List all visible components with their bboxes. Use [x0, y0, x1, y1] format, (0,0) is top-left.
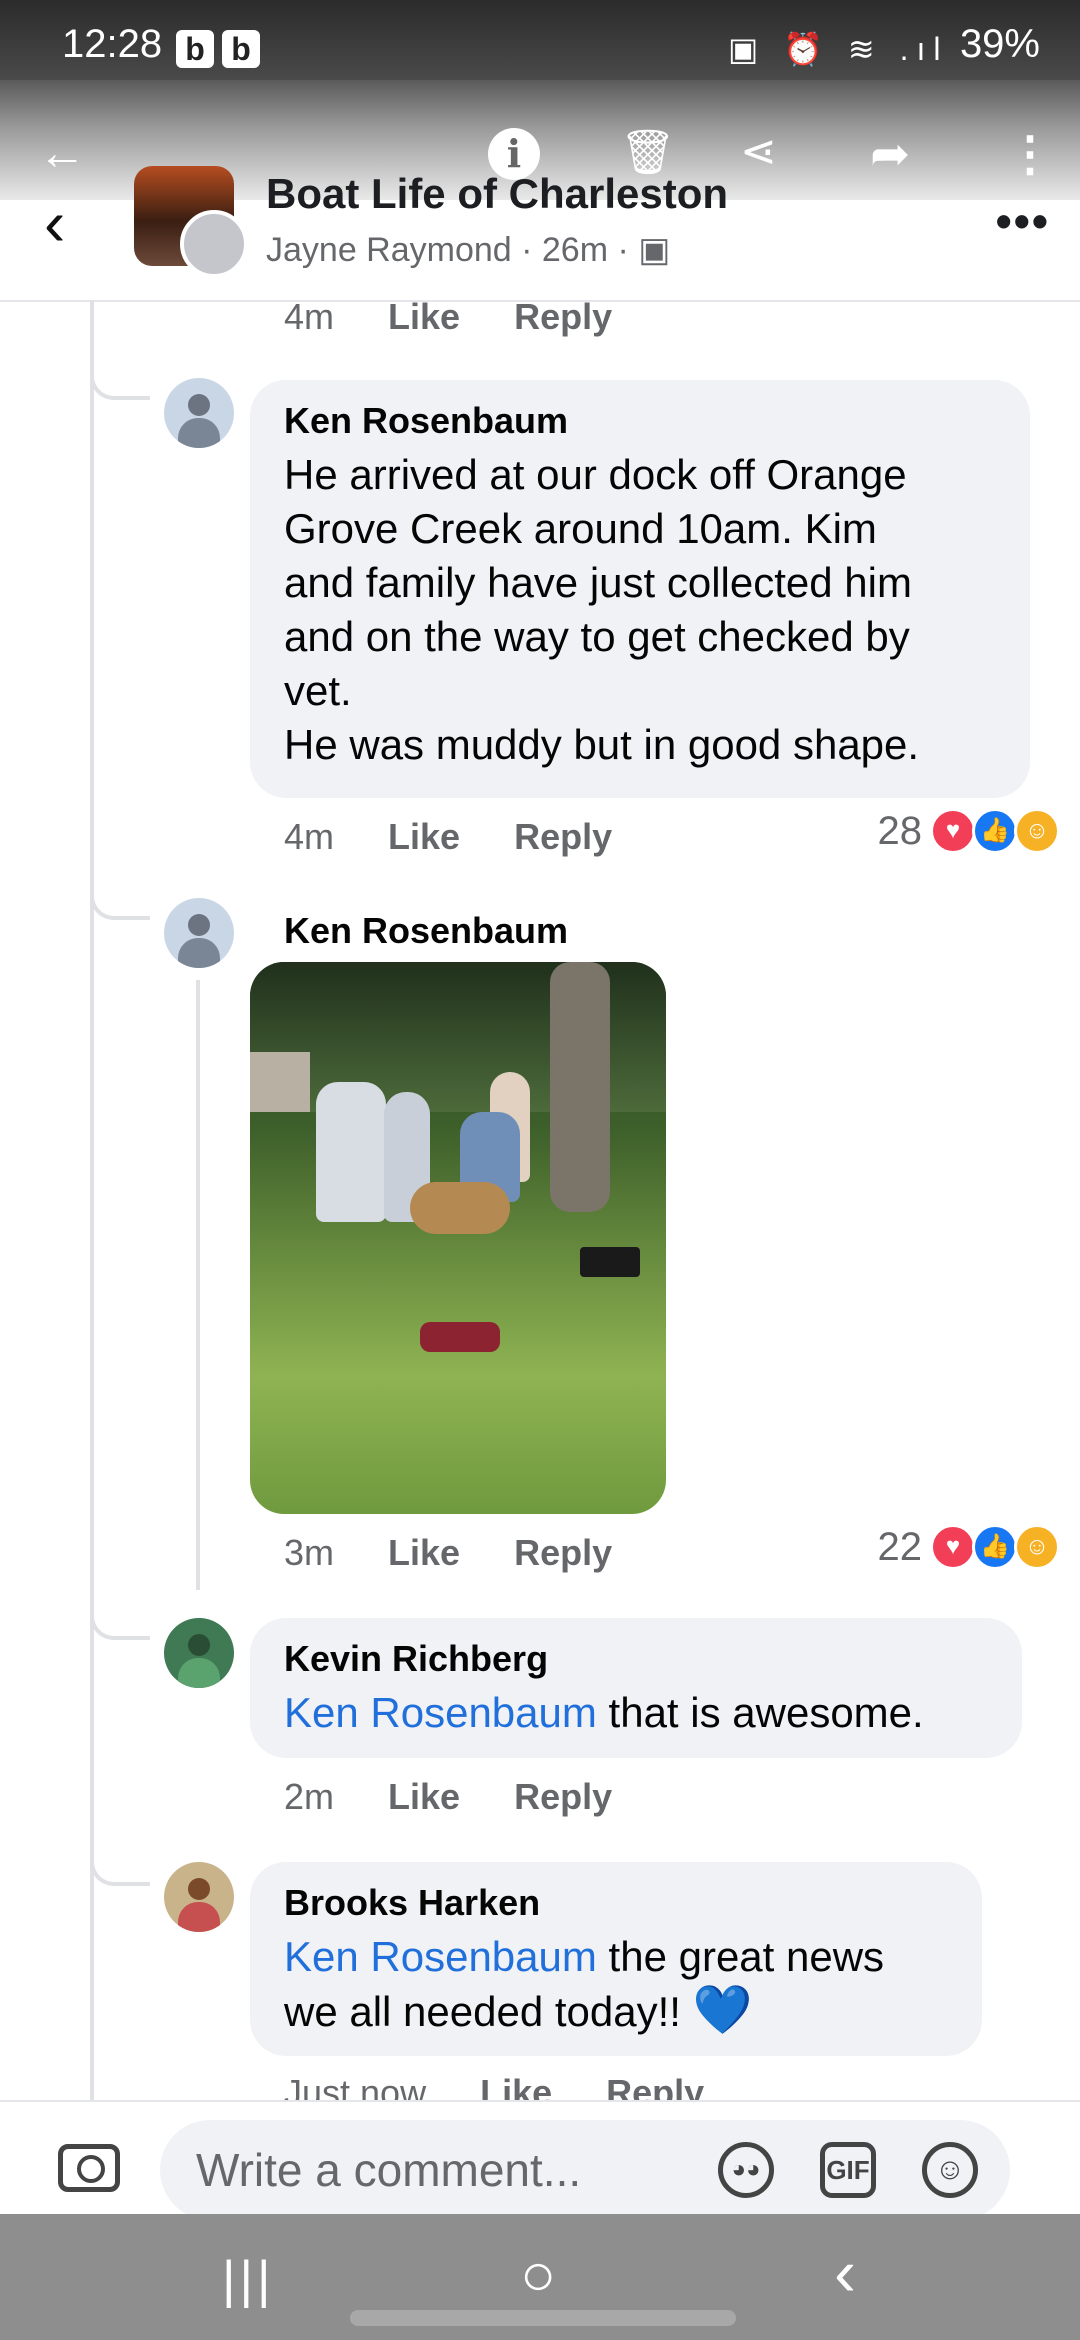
reply-button[interactable]: Reply	[514, 1776, 612, 1817]
comment-author[interactable]: Brooks Harken	[284, 1882, 948, 1924]
post-header: ‹ Boat Life of Charleston Jayne Raymond …	[0, 150, 1080, 302]
comment-actions: Just now Like Reply	[284, 2072, 748, 2100]
reply-button[interactable]: Reply	[514, 1532, 612, 1573]
group-name[interactable]: Boat Life of Charleston	[266, 170, 728, 218]
thread-connector	[90, 880, 150, 920]
comment-text: that is awesome.	[596, 1689, 924, 1736]
thread-line	[196, 980, 200, 1590]
emoji-icon[interactable]: ☺	[922, 2142, 978, 2198]
like-button[interactable]: Like	[480, 2072, 552, 2100]
comment-bubble: Ken Rosenbaum He arrived at our dock off…	[250, 380, 1030, 798]
notification-icon: b	[176, 30, 214, 68]
love-reaction-icon: ♥	[930, 808, 976, 854]
reaction-summary[interactable]: 22 ♥ 👍 ☺	[877, 1524, 1060, 1570]
like-button[interactable]: Like	[388, 296, 460, 337]
home-indicator[interactable]	[350, 2310, 736, 2326]
comment-time: 4m	[284, 816, 335, 857]
comment-author[interactable]: Kevin Richberg	[284, 1638, 988, 1680]
comment-time: 3m	[284, 1532, 335, 1573]
chevron-left-icon[interactable]: ‹	[44, 186, 65, 260]
gif-icon[interactable]: GIF	[820, 2142, 876, 2198]
thread-connector	[90, 1846, 150, 1886]
avatar[interactable]	[164, 898, 234, 968]
reaction-count: 28	[877, 808, 923, 853]
status-bar: 12:28 b b ▣ ⏰ ≋ .ıl 39%	[0, 0, 1080, 80]
battery-level: 39%	[959, 22, 1040, 66]
notification-icon: b	[222, 30, 260, 68]
comment-author[interactable]: Ken Rosenbaum	[284, 400, 996, 442]
reply-button[interactable]: Reply	[606, 2072, 704, 2100]
comment-text: we all needed today!!	[284, 1988, 693, 2035]
system-icons: ▣ ⏰ ≋ .ıl	[728, 31, 949, 67]
avatar[interactable]	[164, 1862, 234, 1932]
like-reaction-icon: 👍	[972, 1524, 1018, 1570]
recents-button[interactable]: |||	[222, 2250, 275, 2310]
comment-field[interactable]: ◕◕ GIF ☺	[160, 2120, 1010, 2220]
info-icon[interactable]: i	[488, 128, 540, 180]
comment-time: 2m	[284, 1776, 335, 1817]
comment-actions: 3m Like Reply	[284, 1532, 656, 1574]
comment-actions: 4m Like Reply	[284, 816, 656, 858]
comment-time: 4m	[284, 296, 335, 337]
avatar-sticker-icon[interactable]: ◕◕	[718, 2142, 774, 2198]
like-reaction-icon: 👍	[972, 808, 1018, 854]
system-nav-bar: ||| ○ ‹	[0, 2214, 1080, 2340]
like-button[interactable]: Like	[388, 816, 460, 857]
comment-author[interactable]: Ken Rosenbaum	[284, 910, 568, 952]
mention-link[interactable]: Ken Rosenbaum	[284, 1689, 597, 1736]
comment-input[interactable]	[194, 2142, 698, 2198]
care-reaction-icon: ☺	[1014, 808, 1060, 854]
comment-text: He arrived at our dock off Orange Grove …	[284, 451, 920, 768]
thread-connector	[90, 1600, 150, 1640]
thread-connector	[90, 360, 150, 400]
comment-time: Just now	[284, 2072, 427, 2100]
comment-photo[interactable]	[250, 962, 666, 1514]
camera-icon[interactable]	[58, 2144, 120, 2192]
comment-composer: ◕◕ GIF ☺	[0, 2100, 1080, 2220]
post-meta: Jayne Raymond · 26m · ▣	[266, 231, 671, 269]
care-reaction-icon: ☺	[1014, 1524, 1060, 1570]
avatar[interactable]	[164, 378, 234, 448]
reply-button[interactable]: Reply	[514, 296, 612, 337]
more-options-icon[interactable]: •••	[996, 194, 1050, 248]
like-button[interactable]: Like	[388, 1532, 460, 1573]
reaction-count: 22	[877, 1524, 923, 1569]
back-button[interactable]: ‹	[834, 2234, 856, 2310]
love-reaction-icon: ♥	[930, 1524, 976, 1570]
home-button[interactable]: ○	[520, 2240, 556, 2309]
mention-link[interactable]: Ken Rosenbaum	[284, 1933, 597, 1980]
comment-actions: 2m Like Reply	[284, 1776, 656, 1818]
comment-actions: 4m Like Reply	[284, 296, 656, 338]
like-button[interactable]: Like	[388, 1776, 460, 1817]
blue-heart-emoji: 💙	[692, 1984, 753, 2037]
comment-bubble: Brooks Harken Ken Rosenbaum the great ne…	[250, 1862, 982, 2056]
reaction-summary[interactable]: 28 ♥ 👍 ☺	[877, 808, 1060, 854]
poster-avatar[interactable]	[180, 210, 248, 278]
comment-bubble: Kevin Richberg Ken Rosenbaum that is awe…	[250, 1618, 1022, 1758]
comment-text: the great news	[596, 1933, 885, 1980]
reply-button[interactable]: Reply	[514, 816, 612, 857]
status-time: 12:28	[62, 22, 163, 66]
thread-line	[90, 300, 94, 2100]
avatar[interactable]	[164, 1618, 234, 1688]
